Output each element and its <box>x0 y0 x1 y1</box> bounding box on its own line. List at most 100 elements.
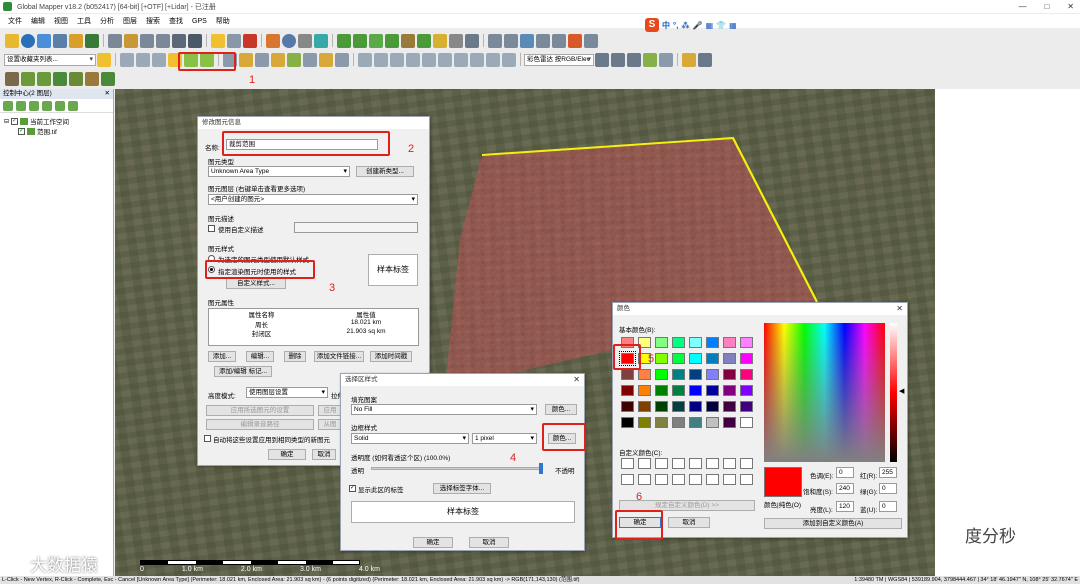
basic-color-swatch[interactable] <box>621 401 634 412</box>
terrain-5-icon[interactable] <box>401 33 415 48</box>
panel-tool-5-icon[interactable] <box>55 100 65 111</box>
basic-color-swatch[interactable] <box>672 353 685 364</box>
ime-keyboard-icon[interactable]: ▦ <box>706 21 714 30</box>
basic-color-swatch[interactable] <box>638 417 651 428</box>
vertex-8-icon[interactable] <box>470 52 484 67</box>
edit-7-icon[interactable] <box>319 52 333 67</box>
edit-2-icon[interactable] <box>239 52 253 67</box>
panel-tool-1-icon[interactable] <box>3 100 13 111</box>
export-icon[interactable] <box>53 33 67 48</box>
panel-tool-6-icon[interactable] <box>68 100 78 111</box>
edit-8-icon[interactable] <box>335 52 349 67</box>
custom-color-swatch[interactable] <box>655 458 668 469</box>
basic-color-swatch[interactable] <box>689 385 702 396</box>
create-line-icon[interactable] <box>184 52 198 67</box>
vertex-4-icon[interactable] <box>406 52 420 67</box>
area-style-ok-button[interactable]: 确定 <box>413 537 453 548</box>
menu-edit[interactable]: 编辑 <box>31 16 45 26</box>
terrain-a-icon[interactable] <box>5 71 19 86</box>
basic-color-swatch[interactable] <box>672 401 685 412</box>
vertex-9-icon[interactable] <box>486 52 500 67</box>
workspace-checkbox[interactable]: ✓ <box>11 117 19 125</box>
custom-color-swatch[interactable] <box>740 458 753 469</box>
create-point-icon[interactable] <box>200 52 214 67</box>
basic-color-swatch[interactable] <box>706 369 719 380</box>
fill-color-button[interactable]: 颜色... <box>545 404 577 415</box>
ime-emoji-icon[interactable]: ⁂ <box>681 21 689 30</box>
custom-color-swatch[interactable] <box>689 474 702 485</box>
color-spectrum[interactable] <box>764 323 885 462</box>
ime-chinese-icon[interactable]: 中 <box>662 20 670 31</box>
menu-search[interactable]: 搜索 <box>146 16 160 26</box>
vertex-1-icon[interactable] <box>358 52 372 67</box>
basic-color-swatch[interactable] <box>655 353 668 364</box>
feature-ok-button[interactable]: 确定 <box>268 449 306 460</box>
red-input[interactable]: 255 <box>879 467 897 478</box>
filter-icon[interactable] <box>682 52 696 67</box>
luminance-bar[interactable] <box>890 323 897 462</box>
feature-cancel-button[interactable]: 取消 <box>312 449 336 460</box>
tool-end-icon[interactable] <box>698 52 712 67</box>
vertex-10-icon[interactable] <box>502 52 516 67</box>
home-icon[interactable] <box>188 33 202 48</box>
border-width-select[interactable]: 1 pixel <box>472 433 537 444</box>
basic-color-swatch[interactable] <box>638 369 651 380</box>
terrain-c-icon[interactable] <box>37 71 51 86</box>
panel-tool-2-icon[interactable] <box>16 100 26 111</box>
border-style-select[interactable]: Solid <box>351 433 469 444</box>
favorites-combo[interactable]: 设置收藏夹列表... <box>4 53 96 66</box>
basic-color-swatch[interactable] <box>672 385 685 396</box>
height-mode-select[interactable]: 使用图层设置 <box>246 387 328 398</box>
color-cancel-button[interactable]: 取消 <box>668 517 710 528</box>
open-folder-icon[interactable] <box>5 33 19 48</box>
sun-shade-icon[interactable] <box>627 52 641 67</box>
line-3-icon[interactable] <box>152 52 166 67</box>
zoom-icon[interactable] <box>108 33 122 48</box>
globe-icon[interactable] <box>21 33 35 48</box>
attr-delete-button[interactable]: 删除 <box>284 351 306 362</box>
basic-color-swatch[interactable] <box>655 417 668 428</box>
refresh-icon[interactable] <box>536 33 550 48</box>
edit-5-icon[interactable] <box>287 52 301 67</box>
sogou-logo[interactable]: S <box>645 18 659 32</box>
basic-color-swatch[interactable] <box>740 417 753 428</box>
cross-icon[interactable] <box>465 33 479 48</box>
auto-apply-checkbox[interactable] <box>204 435 211 442</box>
transparency-slider-track[interactable] <box>371 467 543 470</box>
default-style-radio[interactable] <box>208 255 215 262</box>
edit-marks-button[interactable]: 添加/编辑 标记... <box>214 366 272 377</box>
menu-gps[interactable]: GPS <box>192 18 207 25</box>
basic-color-swatch[interactable] <box>740 385 753 396</box>
add-custom-color-button[interactable]: 添加到自定义颜色(A) <box>764 518 902 529</box>
custom-color-swatch[interactable] <box>740 474 753 485</box>
tree-layer-range[interactable]: ✓ 范围.tif <box>4 126 113 136</box>
basic-color-swatch[interactable] <box>723 369 736 380</box>
ime-mic-icon[interactable]: 🎤 <box>693 21 703 30</box>
custom-color-swatch[interactable] <box>655 474 668 485</box>
panel-close-icon[interactable]: ✕ <box>105 89 110 99</box>
menu-find[interactable]: 查找 <box>169 16 183 26</box>
basic-color-swatch[interactable] <box>689 401 702 412</box>
custom-desc-input[interactable] <box>294 222 418 233</box>
custom-color-swatch[interactable] <box>706 474 719 485</box>
vertex-2-icon[interactable] <box>374 52 388 67</box>
color-dialog-close-icon[interactable]: ✕ <box>896 303 903 315</box>
terrain-f-icon[interactable] <box>101 71 115 86</box>
line-1-icon[interactable] <box>120 52 134 67</box>
pan-icon[interactable] <box>124 33 138 48</box>
terrain-3-icon[interactable] <box>369 33 383 48</box>
basic-color-swatch[interactable] <box>655 385 668 396</box>
area-style-close-icon[interactable]: ✕ <box>573 374 580 386</box>
basic-color-swatch[interactable] <box>689 353 702 364</box>
color-ok-button[interactable]: 确定 <box>619 517 661 528</box>
custom-color-swatch[interactable] <box>638 474 651 485</box>
draw-icon[interactable] <box>504 33 518 48</box>
basic-color-swatch[interactable] <box>740 353 753 364</box>
screen-icon[interactable] <box>520 33 534 48</box>
layer-checkbox[interactable]: ✓ <box>18 127 25 135</box>
warning-icon[interactable] <box>659 52 673 67</box>
line-2-icon[interactable] <box>136 52 150 67</box>
basic-color-swatch[interactable] <box>723 417 736 428</box>
saturation-input[interactable]: 240 <box>836 483 854 494</box>
feature-layer-select[interactable]: <用户创建的图元> <box>208 194 418 205</box>
